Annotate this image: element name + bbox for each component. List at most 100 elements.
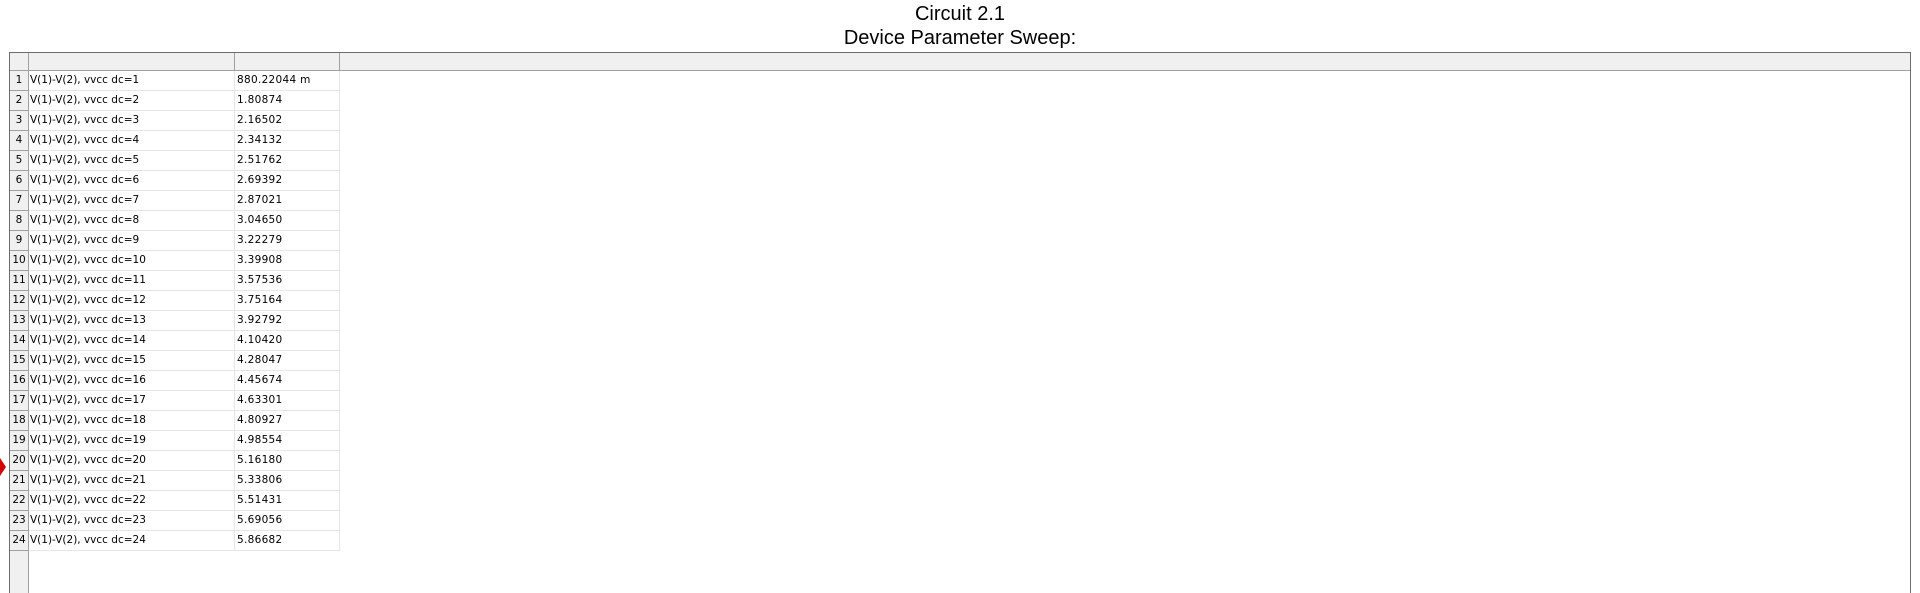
column-header-value[interactable] [235, 53, 340, 70]
row-number[interactable]: 2 [10, 91, 29, 111]
row-value-cell[interactable]: 3.57536 [235, 271, 340, 291]
row-label-cell[interactable]: V(1)-V(2), vvcc dc=21 [29, 471, 235, 491]
corner-header-cell[interactable] [10, 53, 29, 70]
table-row[interactable]: 16 V(1)-V(2), vvcc dc=16 4.45674 [10, 371, 1910, 391]
row-number[interactable]: 11 [10, 271, 29, 291]
table-row[interactable]: 22 V(1)-V(2), vvcc dc=22 5.51431 [10, 491, 1910, 511]
row-label-cell[interactable]: V(1)-V(2), vvcc dc=8 [29, 211, 235, 231]
row-value-cell[interactable]: 2.51762 [235, 151, 340, 171]
row-label-cell[interactable]: V(1)-V(2), vvcc dc=19 [29, 431, 235, 451]
table-row[interactable]: 19 V(1)-V(2), vvcc dc=19 4.98554 [10, 431, 1910, 451]
row-value-cell[interactable]: 4.45674 [235, 371, 340, 391]
row-number[interactable]: 22 [10, 491, 29, 511]
table-row[interactable]: 7 V(1)-V(2), vvcc dc=7 2.87021 [10, 191, 1910, 211]
row-label-cell[interactable]: V(1)-V(2), vvcc dc=3 [29, 111, 235, 131]
row-value-cell[interactable]: 4.80927 [235, 411, 340, 431]
row-label-cell[interactable]: V(1)-V(2), vvcc dc=4 [29, 131, 235, 151]
table-row[interactable]: 9 V(1)-V(2), vvcc dc=9 3.22279 [10, 231, 1910, 251]
row-value-cell[interactable]: 4.10420 [235, 331, 340, 351]
row-label-cell[interactable]: V(1)-V(2), vvcc dc=15 [29, 351, 235, 371]
table-row[interactable]: 8 V(1)-V(2), vvcc dc=8 3.04650 [10, 211, 1910, 231]
row-label-cell[interactable]: V(1)-V(2), vvcc dc=10 [29, 251, 235, 271]
column-header-label[interactable] [29, 53, 235, 70]
row-value-cell[interactable]: 5.51431 [235, 491, 340, 511]
table-row[interactable]: 24 V(1)-V(2), vvcc dc=24 5.86682 [10, 531, 1910, 551]
row-label-cell[interactable]: V(1)-V(2), vvcc dc=6 [29, 171, 235, 191]
row-number[interactable]: 23 [10, 511, 29, 531]
row-value-cell[interactable]: 2.34132 [235, 131, 340, 151]
row-value-cell[interactable]: 5.16180 [235, 451, 340, 471]
table-row[interactable]: 5 V(1)-V(2), vvcc dc=5 2.51762 [10, 151, 1910, 171]
table-row[interactable]: 10 V(1)-V(2), vvcc dc=10 3.39908 [10, 251, 1910, 271]
table-row[interactable]: 2 V(1)-V(2), vvcc dc=2 1.80874 [10, 91, 1910, 111]
row-number[interactable]: 24 [10, 531, 29, 551]
row-label-cell[interactable]: V(1)-V(2), vvcc dc=2 [29, 91, 235, 111]
row-number[interactable]: 9 [10, 231, 29, 251]
row-value-cell[interactable]: 3.39908 [235, 251, 340, 271]
row-value-cell[interactable]: 4.98554 [235, 431, 340, 451]
row-value-cell[interactable]: 2.69392 [235, 171, 340, 191]
table-row[interactable]: 21 V(1)-V(2), vvcc dc=21 5.33806 [10, 471, 1910, 491]
row-label-cell[interactable]: V(1)-V(2), vvcc dc=14 [29, 331, 235, 351]
row-label-cell[interactable]: V(1)-V(2), vvcc dc=1 [29, 71, 235, 91]
row-label-cell[interactable]: V(1)-V(2), vvcc dc=22 [29, 491, 235, 511]
row-number[interactable]: 14 [10, 331, 29, 351]
results-grid[interactable]: 1 V(1)-V(2), vvcc dc=1 880.22044 m 2 V(1)-V(… [9, 52, 1911, 593]
row-value-cell[interactable]: 5.33806 [235, 471, 340, 491]
row-number[interactable]: 5 [10, 151, 29, 171]
row-value-cell[interactable]: 5.69056 [235, 511, 340, 531]
row-label-cell[interactable]: V(1)-V(2), vvcc dc=13 [29, 311, 235, 331]
row-number[interactable]: 7 [10, 191, 29, 211]
row-number[interactable]: 16 [10, 371, 29, 391]
row-label-cell[interactable]: V(1)-V(2), vvcc dc=12 [29, 291, 235, 311]
row-label-cell[interactable]: V(1)-V(2), vvcc dc=17 [29, 391, 235, 411]
table-row[interactable]: 17 V(1)-V(2), vvcc dc=17 4.63301 [10, 391, 1910, 411]
row-label-cell[interactable]: V(1)-V(2), vvcc dc=24 [29, 531, 235, 551]
row-label-cell[interactable]: V(1)-V(2), vvcc dc=18 [29, 411, 235, 431]
row-number[interactable]: 8 [10, 211, 29, 231]
table-row[interactable]: 4 V(1)-V(2), vvcc dc=4 2.34132 [10, 131, 1910, 151]
row-label-cell[interactable]: V(1)-V(2), vvcc dc=20 [29, 451, 235, 471]
row-number[interactable]: 17 [10, 391, 29, 411]
row-value-cell[interactable]: 2.16502 [235, 111, 340, 131]
table-row[interactable]: 11 V(1)-V(2), vvcc dc=11 3.57536 [10, 271, 1910, 291]
row-number[interactable]: 13 [10, 311, 29, 331]
row-value-cell[interactable]: 1.80874 [235, 91, 340, 111]
row-label-cell[interactable]: V(1)-V(2), vvcc dc=5 [29, 151, 235, 171]
row-number[interactable]: 18 [10, 411, 29, 431]
row-value-cell[interactable]: 3.22279 [235, 231, 340, 251]
row-number[interactable]: 21 [10, 471, 29, 491]
table-row[interactable]: 18 V(1)-V(2), vvcc dc=18 4.80927 [10, 411, 1910, 431]
row-value-cell[interactable]: 3.92792 [235, 311, 340, 331]
row-value-cell[interactable]: 4.63301 [235, 391, 340, 411]
table-row[interactable]: 23 V(1)-V(2), vvcc dc=23 5.69056 [10, 511, 1910, 531]
table-row[interactable]: 6 V(1)-V(2), vvcc dc=6 2.69392 [10, 171, 1910, 191]
row-number[interactable]: 4 [10, 131, 29, 151]
row-value-cell[interactable]: 2.87021 [235, 191, 340, 211]
row-label-cell[interactable]: V(1)-V(2), vvcc dc=16 [29, 371, 235, 391]
row-number[interactable]: 19 [10, 431, 29, 451]
row-number[interactable]: 6 [10, 171, 29, 191]
row-number[interactable]: 20 [10, 451, 29, 471]
row-label-cell[interactable]: V(1)-V(2), vvcc dc=7 [29, 191, 235, 211]
table-row[interactable]: 14 V(1)-V(2), vvcc dc=14 4.10420 [10, 331, 1910, 351]
table-row[interactable]: 1 V(1)-V(2), vvcc dc=1 880.22044 m [10, 71, 1910, 91]
row-label-cell[interactable]: V(1)-V(2), vvcc dc=11 [29, 271, 235, 291]
row-value-cell[interactable]: 3.75164 [235, 291, 340, 311]
table-row[interactable]: 15 V(1)-V(2), vvcc dc=15 4.28047 [10, 351, 1910, 371]
row-value-cell[interactable]: 3.04650 [235, 211, 340, 231]
row-number[interactable]: 1 [10, 71, 29, 91]
table-row[interactable]: 12 V(1)-V(2), vvcc dc=12 3.75164 [10, 291, 1910, 311]
row-value-cell[interactable]: 5.86682 [235, 531, 340, 551]
row-number[interactable]: 15 [10, 351, 29, 371]
table-row[interactable]: 20 V(1)-V(2), vvcc dc=20 5.16180 [10, 451, 1910, 471]
row-label-cell[interactable]: V(1)-V(2), vvcc dc=23 [29, 511, 235, 531]
row-number[interactable]: 10 [10, 251, 29, 271]
row-number[interactable]: 12 [10, 291, 29, 311]
row-label-cell[interactable]: V(1)-V(2), vvcc dc=9 [29, 231, 235, 251]
table-row[interactable]: 13 V(1)-V(2), vvcc dc=13 3.92792 [10, 311, 1910, 331]
row-number[interactable]: 3 [10, 111, 29, 131]
row-value-cell[interactable]: 4.28047 [235, 351, 340, 371]
table-row[interactable]: 3 V(1)-V(2), vvcc dc=3 2.16502 [10, 111, 1910, 131]
row-value-cell[interactable]: 880.22044 m [235, 71, 340, 91]
